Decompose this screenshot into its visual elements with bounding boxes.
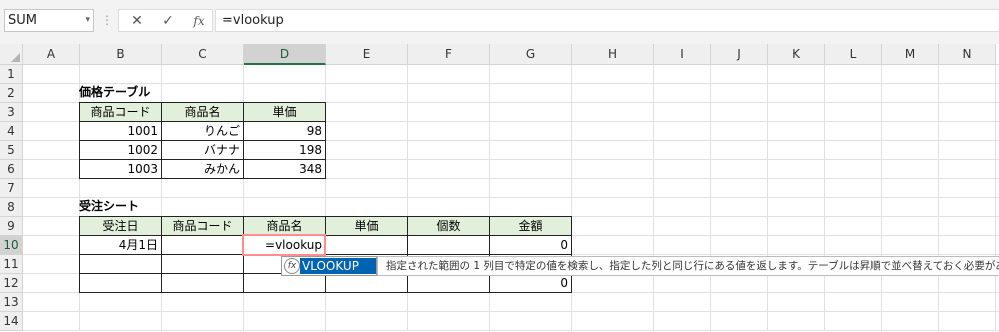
order-sheet-cell[interactable] [79,273,162,293]
price-table-cell[interactable]: バナナ [161,140,244,160]
formula-input[interactable]: =vlookup [215,9,999,32]
price-table-cell[interactable]: 1002 [79,140,162,160]
row-header-7[interactable]: 7 [0,179,23,198]
function-icon: fx [284,258,300,274]
autocomplete-item-vlookup[interactable]: fx VLOOKUP [281,256,377,276]
enter-icon[interactable]: ✓ [158,13,178,29]
name-box[interactable]: SUM ▾ [4,9,94,32]
row-header-14[interactable]: 14 [0,312,23,331]
name-box-value: SUM [8,13,37,28]
function-tooltip: 指定された範囲の 1 列目で特定の値を検索し、指定した列と同じ行にある値を返しま… [377,256,999,276]
column-header-b[interactable]: B [80,44,162,65]
column-header-j[interactable]: J [711,44,768,65]
column-header-e[interactable]: E [326,44,408,65]
order-sheet-cell[interactable] [407,235,490,255]
gridline-horizontal [23,330,999,331]
column-header-k[interactable]: K [768,44,825,65]
order-sheet-cell[interactable] [161,235,244,255]
row-header-2[interactable]: 2 [0,84,23,103]
order-sheet-cell[interactable] [161,254,244,274]
price-table-header: 単価 [243,102,326,122]
column-header-f[interactable]: F [408,44,490,65]
row-header-3[interactable]: 3 [0,103,23,122]
row-header-9[interactable]: 9 [0,217,23,236]
row-header-1[interactable]: 1 [0,65,23,84]
insert-function-icon[interactable]: fx [189,13,209,29]
order-sheet-cell[interactable]: 0 [489,235,572,255]
formula-bar-separator-icon[interactable]: ⋮ [101,12,113,28]
order-sheet-cell[interactable]: 4月1日 [79,235,162,255]
column-header-c[interactable]: C [162,44,244,65]
price-table-header: 商品コード [79,102,162,122]
row-header-11[interactable]: 11 [0,255,23,274]
gridline-horizontal [23,197,999,198]
price-table-cell[interactable]: 1003 [79,159,162,179]
row-header-13[interactable]: 13 [0,293,23,312]
order-sheet-cell[interactable] [79,254,162,274]
row-header-6[interactable]: 6 [0,160,23,179]
order-sheet-header: 受注日 [79,216,162,236]
column-header-i[interactable]: I [654,44,711,65]
autocomplete-function-name[interactable]: VLOOKUP [300,258,376,274]
order-sheet-cell[interactable] [243,273,326,293]
price-table-cell[interactable]: りんご [161,121,244,141]
active-cell-border [242,234,326,256]
column-header-g[interactable]: G [490,44,572,65]
row-header-12[interactable]: 12 [0,274,23,293]
order-sheet-header: 商品コード [161,216,244,236]
order-sheet-cell[interactable] [161,273,244,293]
price-table-cell[interactable]: 1001 [79,121,162,141]
select-all-button[interactable] [0,44,23,65]
order-sheet-cell[interactable]: 0 [489,273,572,293]
order-sheet-header: 単価 [325,216,408,236]
price-table-header: 商品名 [161,102,244,122]
column-header-l[interactable]: L [825,44,882,65]
row-header-10[interactable]: 10 [0,236,23,255]
price-table-cell[interactable]: 198 [243,140,326,160]
order-sheet-title: 受注シート [79,199,140,213]
column-header-a[interactable]: A [23,44,80,65]
price-table-cell[interactable]: 348 [243,159,326,179]
order-sheet-header: 金額 [489,216,572,236]
chevron-down-icon[interactable]: ▾ [85,10,90,31]
price-table-cell[interactable]: みかん [161,159,244,179]
order-sheet-cell[interactable] [325,273,408,293]
row-header-8[interactable]: 8 [0,198,23,217]
order-sheet-header: 商品名 [243,216,326,236]
formula-bar: SUM ▾ ⋮ ✕ ✓ fx =vlookup [0,0,999,44]
order-sheet-header: 個数 [407,216,490,236]
order-sheet-cell[interactable] [325,235,408,255]
gridline-horizontal [23,311,999,312]
price-table-title: 価格テーブル [79,85,151,99]
price-table-cell[interactable]: 98 [243,121,326,141]
column-header-m[interactable]: M [882,44,939,65]
row-header-5[interactable]: 5 [0,141,23,160]
column-header-d[interactable]: D [244,44,326,65]
cancel-icon[interactable]: ✕ [127,13,147,29]
gridline-horizontal [23,83,999,84]
column-header-n[interactable]: N [939,44,996,65]
row-header-4[interactable]: 4 [0,122,23,141]
order-sheet-cell[interactable] [407,273,490,293]
column-header-h[interactable]: H [572,44,654,65]
formula-buttons: ✕ ✓ fx [118,9,213,32]
